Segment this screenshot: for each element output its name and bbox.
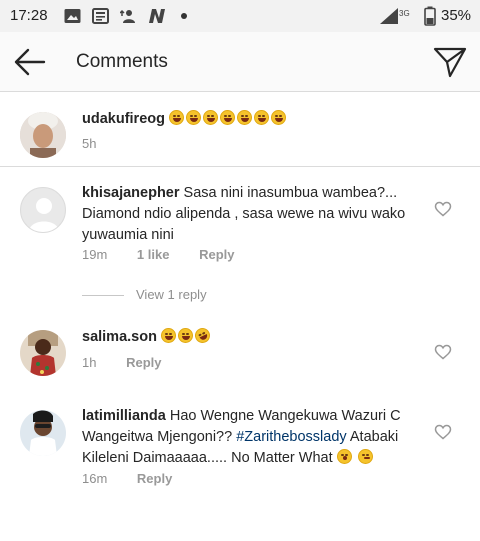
svg-text:3G: 3G [399, 9, 410, 18]
status-bar: 17:28 3G 35% [0, 0, 480, 32]
emoji-laughing-row [169, 110, 288, 127]
notification-dot [181, 13, 187, 19]
view-replies-line [82, 295, 124, 297]
comment-time: 5h [82, 136, 97, 151]
view-replies-button[interactable]: View 1 reply [82, 287, 207, 302]
status-time: 17:28 [10, 7, 48, 24]
emoji-row [160, 325, 213, 346]
rofl-emoji [192, 325, 213, 346]
comment-item: salima.son 1h Reply [0, 310, 480, 380]
caption-comment: udakufireog 5h [0, 92, 480, 166]
hashtag-link[interactable]: #Zarithebosslady [236, 429, 346, 445]
astonished-emoji [336, 449, 352, 464]
comment-meta: 5h [82, 136, 122, 151]
comment-body: latimillianda Hao Wengne Wangekuwa Wazur… [82, 406, 422, 469]
avatar[interactable] [20, 330, 66, 376]
n-app-icon [149, 9, 165, 23]
smirking-emoji [357, 449, 373, 464]
laughing-emoji [203, 110, 219, 125]
page-title: Comments [76, 51, 168, 72]
comment-username[interactable]: khisajanepher [82, 185, 180, 201]
comment-username[interactable]: latimillianda [82, 408, 166, 424]
laughing-emoji [186, 110, 202, 125]
comment-item: latimillianda Hao Wengne Wangekuwa Wazur… [0, 390, 480, 500]
comment-meta: 19m 1 like Reply [82, 247, 260, 262]
avatar[interactable] [20, 410, 66, 456]
comment-item: khisajanepher Sasa nini inasumbua wambea… [0, 167, 480, 277]
news-icon [92, 8, 109, 24]
comment-time: 1h [82, 355, 97, 370]
comment-username[interactable]: salima.son [82, 329, 157, 345]
reply-button[interactable]: Reply [199, 247, 234, 262]
grinning-emoji [177, 328, 193, 343]
avatar[interactable] [20, 187, 66, 233]
comments-header: Comments [0, 32, 480, 92]
view-replies-label[interactable]: View 1 reply [136, 287, 207, 302]
comment-time: 19m [82, 247, 108, 262]
comment-body: khisajanepher Sasa nini inasumbua wambea… [82, 183, 422, 246]
comment-body: udakufireog [82, 109, 422, 130]
laughing-emoji [169, 110, 185, 125]
comment-meta: 16m Reply [82, 471, 198, 486]
heart-icon[interactable] [434, 344, 452, 360]
laughing-emoji [220, 110, 236, 125]
comment-body: salima.son [82, 325, 422, 348]
laughing-emoji [254, 110, 270, 125]
heart-icon[interactable] [434, 424, 452, 440]
avatar[interactable] [20, 112, 66, 158]
gallery-icon [64, 9, 81, 23]
comment-username[interactable]: udakufireog [82, 111, 165, 127]
grinning-emoji [160, 328, 176, 343]
person-upload-icon [120, 9, 135, 23]
laughing-emoji [237, 110, 253, 125]
back-arrow-icon[interactable] [12, 46, 48, 78]
signal-3g-icon: 3G [380, 8, 410, 24]
reply-button[interactable]: Reply [126, 355, 161, 370]
send-direct-icon[interactable] [432, 44, 468, 80]
laughing-emoji [271, 110, 287, 125]
like-count[interactable]: 1 like [137, 247, 170, 262]
comment-time: 16m [82, 471, 108, 486]
battery-icon [424, 6, 436, 26]
battery-percent: 35% [441, 7, 472, 24]
heart-icon[interactable] [434, 201, 452, 217]
reply-button[interactable]: Reply [137, 471, 172, 486]
comment-meta: 1h Reply [82, 355, 188, 370]
